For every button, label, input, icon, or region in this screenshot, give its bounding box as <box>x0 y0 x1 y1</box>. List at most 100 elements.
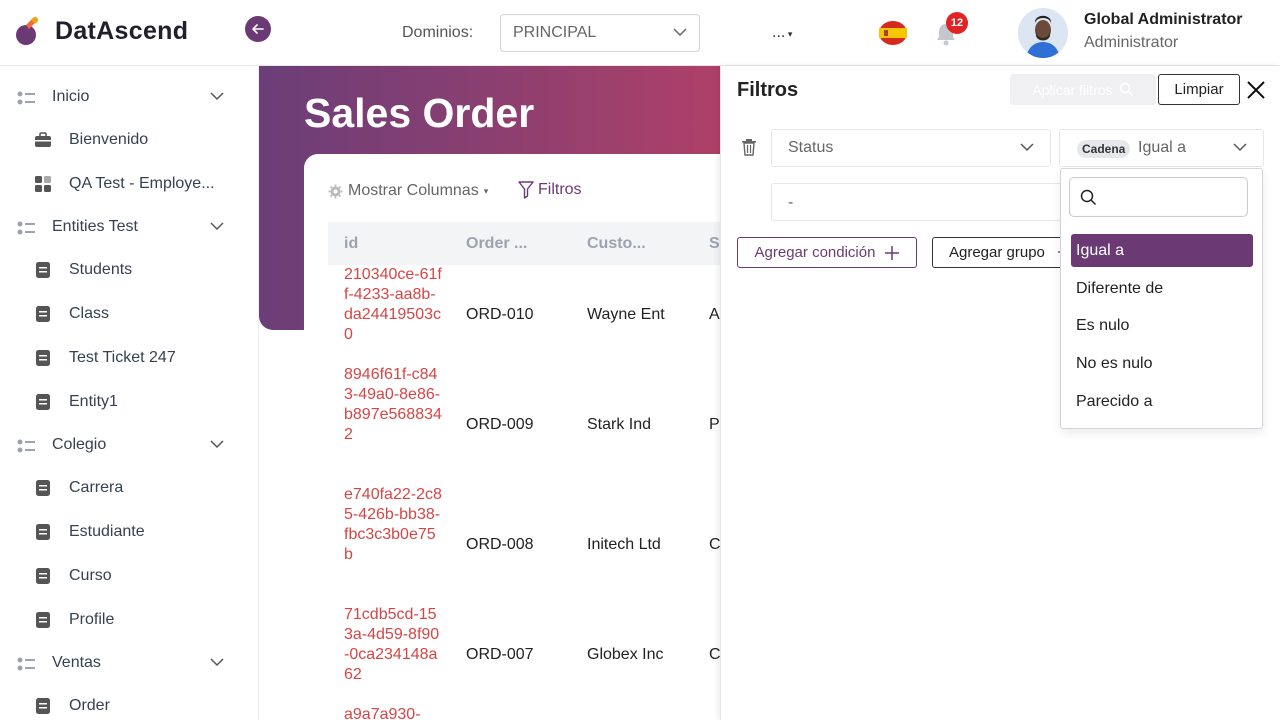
sidebar-group-label: Ventas <box>52 654 101 671</box>
row-customer: Wayne Ent <box>587 306 665 323</box>
table-header: id Order ... Custo... St <box>328 222 728 265</box>
add-condition-button[interactable]: Agregar condición <box>737 237 917 268</box>
sidebar-group-label: Colegio <box>52 436 107 453</box>
document-icon <box>36 350 50 366</box>
sidebar-item-label: Test Ticket 247 <box>69 349 176 366</box>
filter-panel-title: Filtros <box>737 79 799 101</box>
sidebar-item-entity1[interactable]: Entity1 <box>0 382 258 422</box>
sidebar-item-label: Profile <box>69 611 115 628</box>
row-customer: Stark Ind <box>587 416 652 433</box>
condition-operator-select[interactable]: Cadena Igual a <box>1059 129 1264 167</box>
sidebar-item-profile[interactable]: Profile <box>0 600 258 640</box>
row-order: ORD-008 <box>466 536 534 553</box>
column-header-id[interactable]: id <box>344 235 358 253</box>
row-customer: Initech Ltd <box>587 536 661 553</box>
sidebar-group-entities-test[interactable]: Entities Test <box>0 207 258 247</box>
show-columns-button[interactable]: Mostrar Columnas ▾ <box>328 182 488 200</box>
chevron-down-icon <box>673 28 687 37</box>
sidebar-item-class[interactable]: Class <box>0 294 258 334</box>
operator-option-no-es-nulo[interactable]: No es nulo <box>1071 347 1253 380</box>
grid-icon <box>35 176 51 192</box>
caret-down-icon: ▾ <box>785 29 793 39</box>
domain-select[interactable]: PRINCIPAL <box>500 14 700 52</box>
spain-flag-icon[interactable] <box>878 19 908 47</box>
gear-icon <box>328 184 343 198</box>
row-id-link[interactable]: 71cdb5cd-153a-4d59-8f90-0ca234148a62 <box>344 605 444 685</box>
row-customer: Globex Inc <box>587 646 664 663</box>
user-avatar[interactable] <box>1018 8 1068 58</box>
condition-value-input[interactable]: - <box>771 183 1066 221</box>
filters-label: Filtros <box>538 181 582 198</box>
sidebar-group-inicio[interactable]: Inicio <box>0 77 258 117</box>
search-icon <box>1119 82 1133 97</box>
more-menu[interactable]: ... ▾ <box>772 24 792 42</box>
operator-option-diferente-de[interactable]: Diferente de <box>1071 272 1253 305</box>
domain-select-value: PRINCIPAL <box>513 24 597 41</box>
filters-button[interactable]: Filtros <box>518 181 582 199</box>
sidebar-item-label: Order <box>69 697 110 714</box>
sidebar-item-label: Curso <box>69 567 112 584</box>
sidebar-item-estudiante[interactable]: Estudiante <box>0 512 258 552</box>
column-header-customer[interactable]: Custo... <box>587 235 646 253</box>
row-id-link[interactable]: 8946f61f-c843-49a0-8e86-b897e5688342 <box>344 365 444 445</box>
menu-group-icon <box>17 657 35 671</box>
sidebar-item-label: QA Test - Employe... <box>69 175 215 192</box>
document-icon <box>36 394 50 410</box>
add-group-label: Agregar grupo <box>949 244 1045 261</box>
sidebar-item-label: Students <box>69 261 133 278</box>
operator-option-es-nulo[interactable]: Es nulo <box>1071 309 1253 342</box>
brand-name: DatAscend <box>55 17 189 45</box>
sidebar-group-colegio[interactable]: Colegio <box>0 425 258 465</box>
sidebar-group-ventas[interactable]: Ventas <box>0 643 258 683</box>
sidebar-item-label: Class <box>69 305 110 322</box>
apply-filters-button[interactable]: Aplicar filtros <box>1010 74 1156 105</box>
clear-filters-button[interactable]: Limpiar <box>1158 74 1240 105</box>
row-id-link[interactable]: 210340ce-61ff-4233-aa8b-da24419503c0 <box>344 265 444 345</box>
column-header-order[interactable]: Order ... <box>466 235 527 253</box>
user-name: Global Administrator <box>1084 11 1243 28</box>
row-status: C <box>709 646 721 663</box>
more-menu-label: ... <box>772 24 786 41</box>
caret-down-icon: ▾ <box>483 185 489 196</box>
dropdown-search-input[interactable] <box>1104 186 1234 208</box>
close-icon[interactable] <box>1245 79 1267 101</box>
dropdown-search[interactable] <box>1069 177 1248 217</box>
document-icon <box>36 568 50 584</box>
sidebar-item-bienvenido[interactable]: Bienvenido <box>0 120 258 160</box>
condition-field-select[interactable]: Status <box>771 129 1051 167</box>
document-icon <box>36 262 50 278</box>
sidebar-item-label: Bienvenido <box>69 131 149 148</box>
sidebar-item-curso[interactable]: Curso <box>0 556 258 596</box>
domain-label: Dominios: <box>402 24 474 41</box>
chevron-down-icon <box>210 92 224 101</box>
row-id-link[interactable]: a9a7a930- <box>344 705 444 720</box>
condition-field-value: Status <box>788 139 834 156</box>
menu-group-icon <box>17 221 35 235</box>
sidebar-item-qa-test[interactable]: QA Test - Employe... <box>0 164 258 204</box>
sidebar-item-order[interactable]: Order <box>0 686 258 720</box>
notification-badge: 12 <box>946 12 968 34</box>
sidebar-item-label: Entity1 <box>69 393 118 410</box>
row-status: C <box>709 536 721 553</box>
field-type-tag: Cadena <box>1077 140 1131 158</box>
sidebar-item-test-ticket[interactable]: Test Ticket 247 <box>0 338 258 378</box>
operator-dropdown: Igual a Diferente de Es nulo No es nulo … <box>1060 168 1263 429</box>
row-order: ORD-009 <box>466 416 534 433</box>
operator-option-igual-a[interactable]: Igual a <box>1071 234 1253 267</box>
chevron-down-icon <box>1233 143 1247 152</box>
sidebar-item-carrera[interactable]: Carrera <box>0 468 258 508</box>
arrow-left-icon <box>252 24 264 34</box>
chevron-down-icon <box>210 222 224 231</box>
user-role: Administrator <box>1084 34 1179 51</box>
collapse-sidebar-button[interactable] <box>245 16 271 42</box>
document-icon <box>36 524 50 540</box>
row-id-link[interactable]: e740fa22-2c85-426b-bb38-fbc3c3b0e75b <box>344 485 444 565</box>
document-icon <box>36 612 50 628</box>
operator-option-parecido-a[interactable]: Parecido a <box>1071 385 1253 418</box>
condition-operator-value: Igual a <box>1138 139 1187 156</box>
row-order: ORD-010 <box>466 306 534 323</box>
add-group-button[interactable]: Agregar grupo + <box>932 237 1062 268</box>
sidebar-item-label: Carrera <box>69 479 124 496</box>
sidebar-item-students[interactable]: Students <box>0 250 258 290</box>
trash-icon[interactable] <box>741 138 757 156</box>
